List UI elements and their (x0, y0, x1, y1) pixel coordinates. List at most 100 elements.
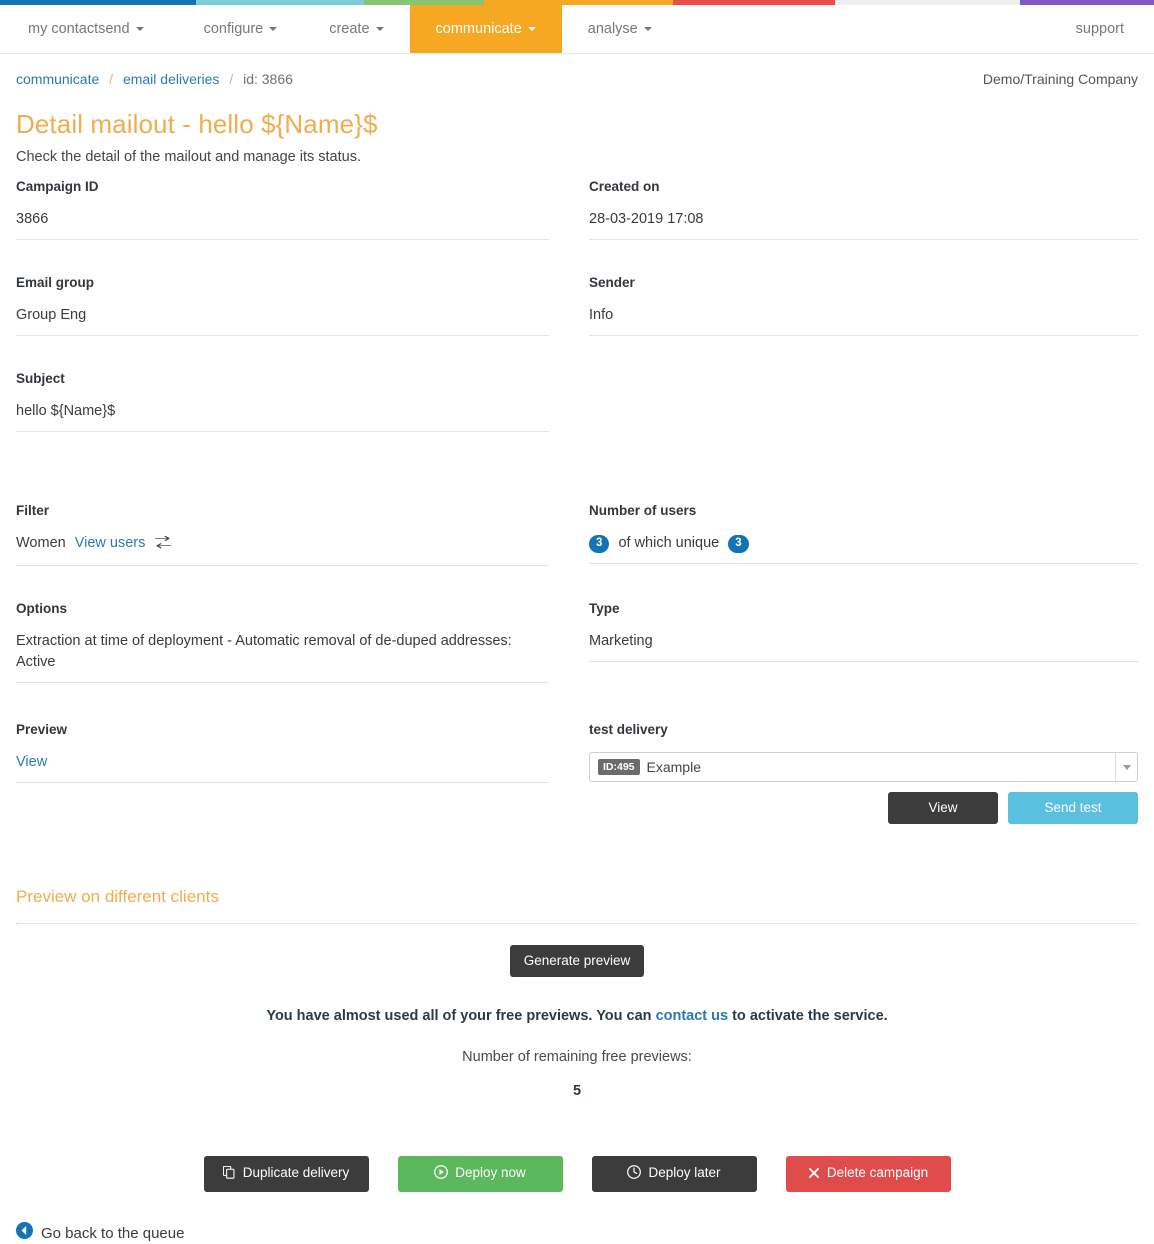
go-back-to-queue-link[interactable]: Go back to the queue (41, 1225, 184, 1242)
field-value: Group Eng (16, 305, 549, 336)
nav-label: analyse (587, 21, 638, 37)
field-label: Number of users (589, 503, 697, 518)
remaining-previews-label: Number of remaining free previews: (462, 1049, 692, 1065)
nav-item-configure[interactable]: configure (178, 5, 304, 53)
field-number-of-users: Number of users 3 of which unique 3 (577, 503, 1138, 575)
view-users-link[interactable]: View users (75, 535, 146, 551)
action-label: Duplicate delivery (242, 1165, 350, 1180)
breadcrumb-separator: / (109, 71, 114, 87)
detail-grid-row-5: Options Extraction at time of deployment… (16, 601, 1138, 692)
field-label: Subject (16, 371, 65, 386)
chevron-down-icon (1122, 764, 1131, 770)
field-label: Filter (16, 503, 50, 518)
field-test-delivery: test delivery ID:495 Example View Send t… (577, 722, 1138, 833)
play-circle-icon (434, 1165, 449, 1183)
view-test-button[interactable]: View (888, 792, 998, 824)
field-value: Women View users (16, 533, 549, 566)
field-options: Options Extraction at time of deployment… (16, 601, 577, 692)
filter-name: Women (16, 535, 66, 551)
field-label: Type (589, 601, 620, 616)
field-sender: Sender Info (577, 275, 1138, 345)
notice-text-after: to activate the service. (728, 1008, 888, 1024)
users-count-badge: 3 (589, 535, 610, 553)
nav-label: my contactsend (28, 21, 130, 37)
field-filter: Filter Women View users (16, 503, 577, 575)
field-label: test delivery (589, 722, 668, 737)
remaining-previews-value: 5 (572, 1083, 582, 1099)
field-value: hello ${Name}$ (16, 401, 549, 432)
generate-preview-row: Generate preview (16, 945, 1138, 977)
field-email-group: Email group Group Eng (16, 275, 577, 345)
test-delivery-id-badge: ID:495 (598, 759, 640, 775)
main-navbar: my contactsend configure create communic… (0, 5, 1154, 54)
row-spacer (16, 249, 1138, 275)
go-back-row: Go back to the queue (16, 1222, 1138, 1244)
test-delivery-select[interactable]: ID:495 Example (589, 752, 1138, 782)
action-button-row: Duplicate delivery Deploy now Deploy lat… (16, 1156, 1138, 1192)
field-type: Type Marketing (577, 601, 1138, 692)
field-label: Preview (16, 722, 68, 737)
field-value: 3 of which unique 3 (589, 533, 1138, 564)
chevron-down-icon (269, 27, 278, 31)
nav-item-create[interactable]: create (303, 5, 409, 53)
company-name: Demo/Training Company (982, 71, 1138, 87)
nav-label: support (1075, 21, 1124, 37)
detail-grid-row-2: Email group Group Eng Sender Info (16, 275, 1138, 345)
field-value: 28-03-2019 17:08 (589, 209, 1138, 240)
detail-grid-row-6: Preview View test delivery ID:495 Exampl… (16, 722, 1138, 833)
deploy-later-button[interactable]: Deploy later (591, 1156, 757, 1192)
field-label: Email group (16, 275, 95, 290)
field-subject-spacer (577, 371, 1138, 441)
detail-grid-row-4: Filter Women View users Number of users (16, 503, 1138, 575)
duplicate-delivery-button[interactable]: Duplicate delivery (203, 1156, 369, 1192)
field-value: 3866 (16, 209, 549, 240)
nav-item-support[interactable]: support (1050, 5, 1154, 53)
test-delivery-button-row: View Send test (589, 792, 1138, 824)
field-label: Options (16, 601, 67, 616)
field-value: Info (589, 305, 1138, 336)
contact-us-link[interactable]: contact us (656, 1008, 729, 1024)
generate-preview-button[interactable]: Generate preview (509, 945, 645, 977)
row-spacer (16, 345, 1138, 371)
nav-label: communicate (435, 21, 522, 37)
action-label: Delete campaign (826, 1165, 929, 1180)
detail-grid-row-3: Subject hello ${Name}$ (16, 371, 1138, 441)
action-label: Deploy now (455, 1165, 526, 1180)
section-divider (16, 923, 1138, 924)
chevron-down-icon (643, 27, 652, 31)
nav-item-communicate[interactable]: communicate (409, 5, 562, 53)
send-test-button[interactable]: Send test (1008, 792, 1138, 824)
exchange-arrows-icon[interactable] (155, 535, 172, 556)
delete-campaign-button[interactable]: Delete campaign (785, 1156, 951, 1192)
chevron-down-icon (135, 27, 144, 31)
deploy-now-button[interactable]: Deploy now (397, 1156, 563, 1192)
breadcrumb-current-id: id: 3866 (243, 71, 293, 87)
field-preview: Preview View (16, 722, 577, 833)
breadcrumb-link-communicate[interactable]: communicate (16, 71, 99, 87)
free-previews-notice: You have almost used all of your free pr… (16, 1008, 1138, 1024)
field-subject: Subject hello ${Name}$ (16, 371, 577, 441)
select-arrow-box[interactable] (1115, 753, 1137, 781)
row-spacer (16, 692, 1138, 722)
test-delivery-selected-value: Example (646, 759, 701, 775)
chevron-down-icon (527, 27, 536, 31)
breadcrumb-separator: / (229, 71, 234, 87)
nav-item-analyse[interactable]: analyse (562, 5, 678, 53)
users-unique-badge: 3 (728, 535, 749, 553)
breadcrumb: communicate / email deliveries / id: 386… (16, 71, 293, 87)
nav-label: create (329, 21, 370, 37)
breadcrumb-link-email-deliveries[interactable]: email deliveries (123, 71, 219, 87)
field-label: Created on (589, 179, 660, 194)
preview-view-link[interactable]: View (16, 754, 47, 770)
page-title: Detail mailout - hello ${Name}$ (16, 109, 378, 139)
users-middle-text: of which unique (618, 535, 720, 551)
notice-text-before: You have almost used all of your free pr… (266, 1008, 656, 1024)
field-value: Marketing (589, 631, 1138, 662)
arrow-circle-left-icon[interactable] (16, 1222, 33, 1244)
row-spacer (16, 441, 1138, 503)
nav-item-my-contactsend[interactable]: my contactsend (0, 5, 178, 53)
page-container: communicate / email deliveries / id: 386… (0, 54, 1154, 1244)
detail-grid-row-1: Campaign ID 3866 Created on 28-03-2019 1… (16, 179, 1138, 249)
field-label: Sender (589, 275, 635, 290)
field-campaign-id: Campaign ID 3866 (16, 179, 577, 249)
